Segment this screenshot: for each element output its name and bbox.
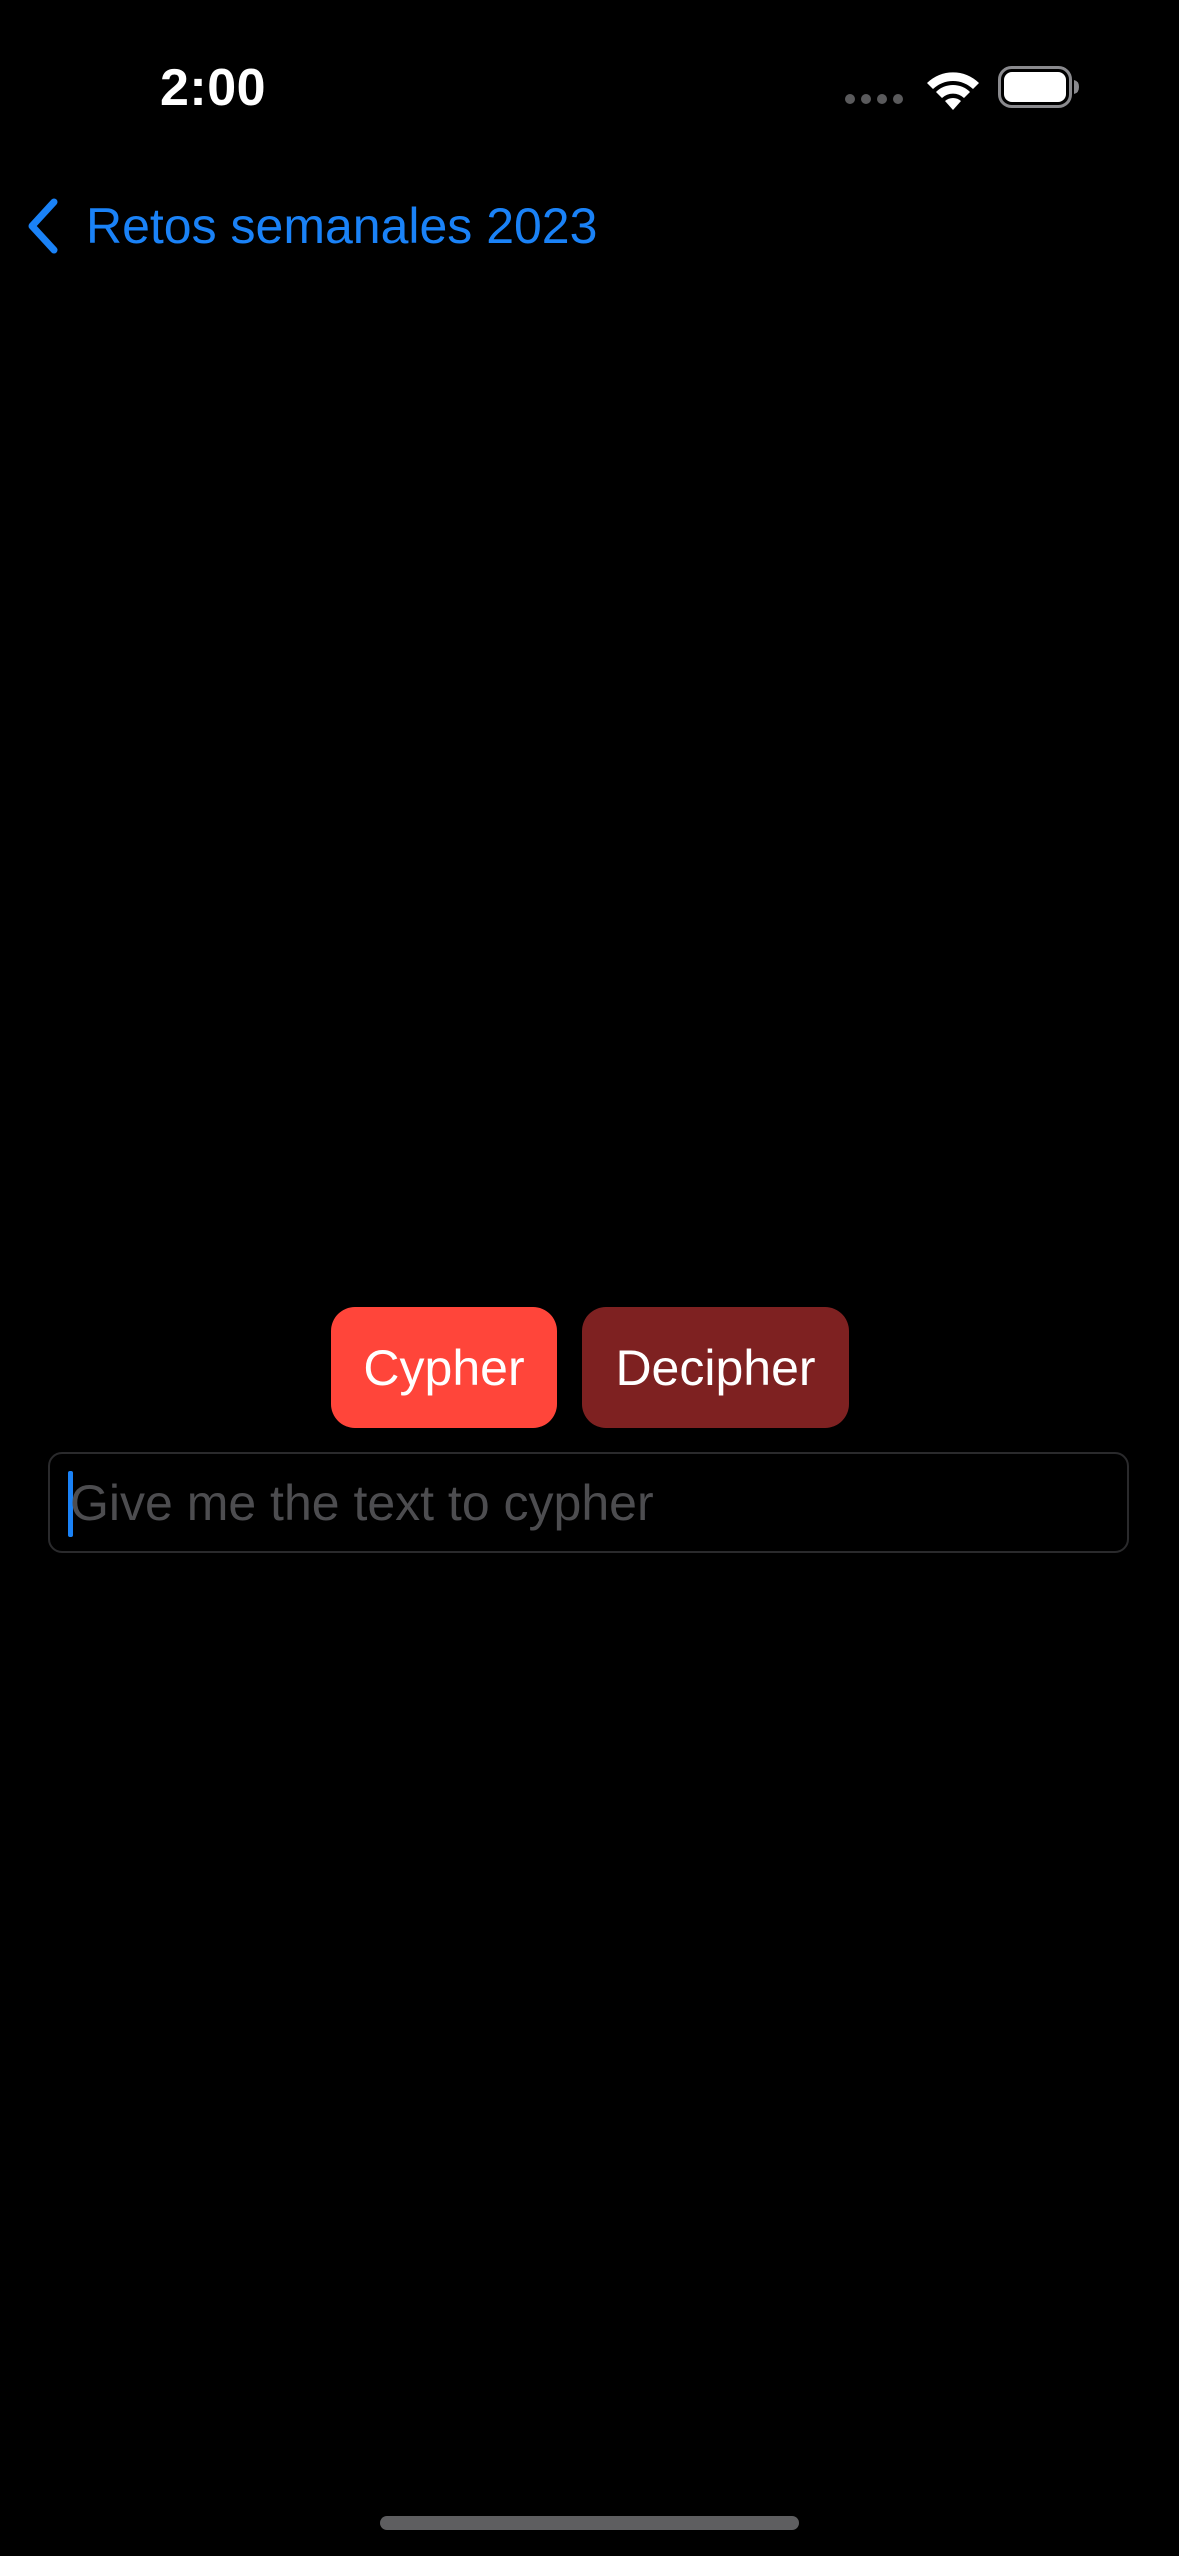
chevron-left-icon: [28, 198, 58, 254]
text-to-cypher-input[interactable]: [70, 1454, 1110, 1551]
back-button[interactable]: Retos semanales 2023: [22, 190, 597, 262]
cellular-signal-icon: [845, 94, 905, 104]
status-time: 2:00: [160, 59, 267, 117]
home-indicator[interactable]: [380, 2516, 799, 2530]
text-field[interactable]: [48, 1452, 1129, 1553]
decipher-button[interactable]: Decipher: [582, 1307, 849, 1428]
cypher-button[interactable]: Cypher: [331, 1307, 557, 1428]
wifi-icon: [927, 72, 979, 110]
back-button-label: Retos semanales 2023: [86, 198, 598, 254]
battery-icon: [998, 66, 1079, 108]
